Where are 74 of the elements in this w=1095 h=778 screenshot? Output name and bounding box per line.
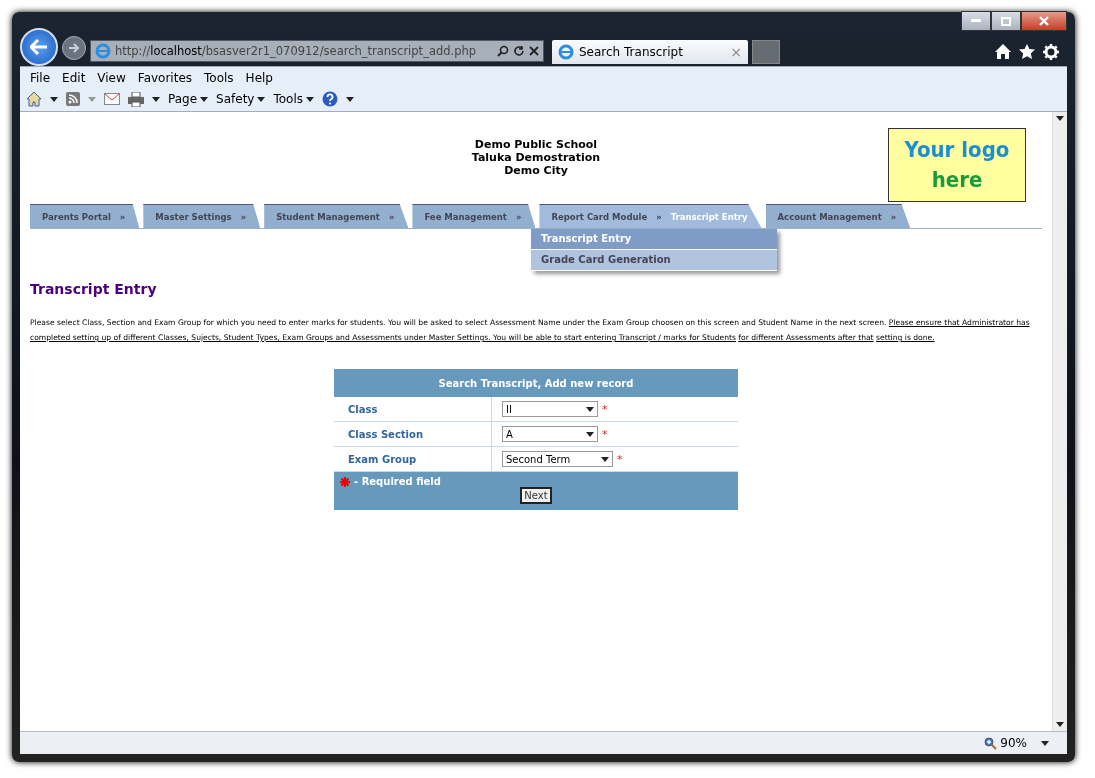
form-header: Search Transcript, Add new record [334, 369, 738, 397]
nav-tab[interactable]: Parents Portal » [30, 204, 140, 228]
caret-icon [601, 456, 609, 462]
menu-item[interactable]: Favorites [131, 70, 199, 86]
scrollbar[interactable] [1052, 112, 1067, 731]
arrow-icon [30, 39, 48, 55]
caret-icon [306, 96, 314, 102]
command-menu[interactable]: Tools [273, 92, 314, 106]
field-label: Exam Group [334, 447, 492, 471]
required-mark: * [602, 402, 608, 416]
zoom-icon [984, 736, 998, 750]
nav-tab[interactable]: Fee Management » [412, 204, 536, 228]
mail-icon[interactable] [104, 93, 120, 105]
menu-item[interactable]: Grade Card Generation [531, 250, 777, 271]
help-icon[interactable] [322, 91, 338, 107]
caret-icon [257, 96, 266, 102]
search-icon[interactable] [497, 45, 509, 57]
command-menu[interactable]: Safety [216, 92, 266, 106]
close-icon [1039, 16, 1049, 26]
nav-tab[interactable]: Report Card Module » Transcript Entry [539, 204, 762, 228]
minimize-button[interactable] [961, 11, 991, 31]
required-mark: * [602, 427, 608, 441]
next-button[interactable]: Next [520, 487, 552, 504]
home-icon[interactable] [995, 44, 1011, 59]
caret-icon [200, 96, 209, 102]
select-field[interactable]: A [502, 426, 598, 442]
caret-icon [152, 96, 160, 102]
maximize-button[interactable] [991, 11, 1021, 31]
caret-icon [586, 406, 594, 412]
browser-icon [95, 43, 111, 59]
arrow-icon [68, 43, 80, 53]
address-bar[interactable]: http://localhost/bsasver2r1_070912/search_transcript_add.php [90, 40, 544, 62]
forward-button[interactable] [62, 36, 86, 60]
caret-icon [586, 431, 594, 437]
nav-tab[interactable]: Master Settings » [143, 204, 261, 228]
required-mark: * [617, 452, 623, 466]
school-info: Demo Public School [473, 138, 599, 151]
caret-icon [1041, 740, 1049, 746]
field-label: Class [334, 397, 492, 421]
menu-item[interactable]: Help [239, 70, 279, 86]
required-icon [340, 476, 350, 487]
nav-tab[interactable]: Account Management » [765, 204, 911, 228]
star-icon[interactable] [1019, 44, 1035, 59]
caret-icon [88, 96, 96, 102]
caret-icon [346, 96, 354, 102]
caret-icon [1056, 722, 1064, 727]
field-label: Class Section [334, 422, 492, 446]
select-field[interactable]: II [502, 401, 598, 417]
menu-item[interactable]: Tools [198, 70, 240, 86]
menu-item[interactable]: Edit [56, 70, 92, 86]
close-icon[interactable] [529, 46, 539, 56]
menu-item[interactable]: File [24, 70, 57, 86]
back-button[interactable] [20, 28, 58, 66]
caret-icon [1056, 116, 1064, 121]
browser-icon [558, 44, 574, 60]
minimize-icon [971, 19, 981, 23]
school-info: Taluka Demostration [471, 151, 601, 164]
command-menu[interactable]: Page [168, 92, 209, 106]
school-info: Demo City [503, 164, 569, 177]
close-button[interactable] [1021, 11, 1067, 31]
zoom-level[interactable]: 90% [984, 736, 1027, 750]
caret-icon [50, 96, 58, 102]
feed-icon[interactable] [66, 92, 80, 106]
printer-icon[interactable] [128, 91, 144, 107]
logo: Your logo here [888, 128, 1026, 202]
nav-tab[interactable]: Student Management » [264, 204, 409, 228]
menu-item[interactable]: View [91, 70, 132, 86]
browser-tab[interactable]: Search Transcript × [552, 40, 748, 64]
settings-icon[interactable] [1043, 44, 1059, 60]
page-title: Transcript Entry [30, 281, 158, 297]
refresh-icon[interactable] [513, 45, 525, 57]
select-field[interactable]: Second Term [502, 451, 613, 467]
maximize-icon [1001, 16, 1011, 26]
required-note: - Required field [354, 476, 441, 487]
